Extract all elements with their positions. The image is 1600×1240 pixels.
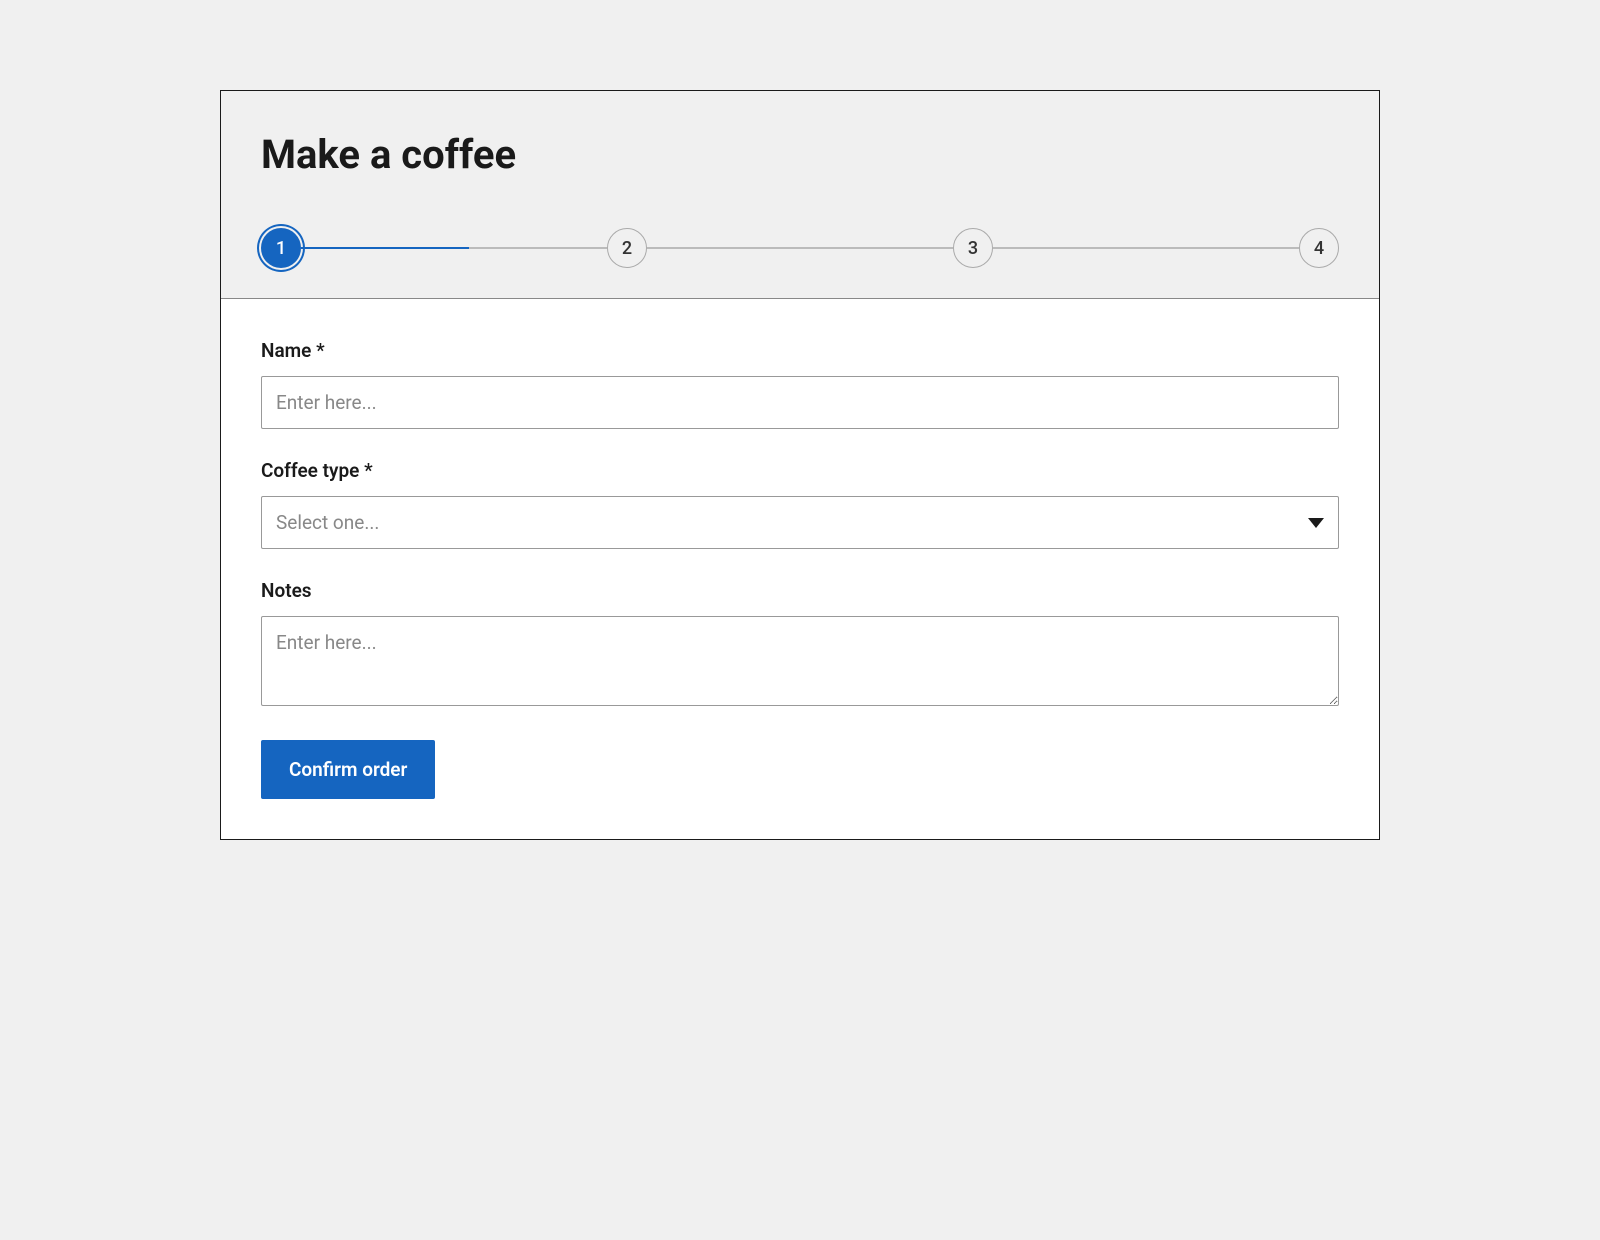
form-container: Make a coffee 1 2 3 4 [220, 90, 1380, 840]
coffee-type-field-group: Coffee type * Select one... [261, 459, 1339, 549]
step-4[interactable]: 4 [1299, 228, 1339, 268]
step-line-2-3 [647, 247, 953, 249]
step-1-label: 1 [276, 238, 286, 259]
step-line-remaining [993, 247, 1299, 249]
coffee-type-select-control[interactable]: Select one... [261, 496, 1339, 549]
step-1[interactable]: 1 [261, 228, 301, 268]
step-line-3-4 [993, 247, 1299, 249]
chevron-down-icon [1308, 518, 1324, 528]
page-title: Make a coffee [261, 131, 1339, 178]
step-3-label: 3 [968, 238, 978, 259]
notes-label: Notes [261, 579, 1339, 602]
coffee-type-label: Coffee type * [261, 459, 1339, 482]
confirm-order-button[interactable]: Confirm order [261, 740, 435, 799]
name-input[interactable] [261, 376, 1339, 429]
coffee-type-select[interactable]: Select one... [261, 496, 1339, 549]
step-line-remaining [469, 247, 607, 249]
progress-stepper: 1 2 3 4 [261, 228, 1339, 268]
step-3[interactable]: 3 [953, 228, 993, 268]
step-2[interactable]: 2 [607, 228, 647, 268]
form-section: Name * Coffee type * Select one... Notes… [221, 299, 1379, 839]
step-line-remaining [647, 247, 953, 249]
step-line-1-2 [301, 247, 607, 249]
step-2-label: 2 [622, 238, 632, 259]
header-section: Make a coffee 1 2 3 4 [221, 91, 1379, 299]
step-line-progress [301, 247, 469, 249]
name-label: Name * [261, 339, 1339, 362]
coffee-type-placeholder: Select one... [276, 511, 379, 534]
notes-textarea[interactable] [261, 616, 1339, 706]
name-field-group: Name * [261, 339, 1339, 429]
step-4-label: 4 [1314, 238, 1324, 259]
notes-field-group: Notes [261, 579, 1339, 710]
